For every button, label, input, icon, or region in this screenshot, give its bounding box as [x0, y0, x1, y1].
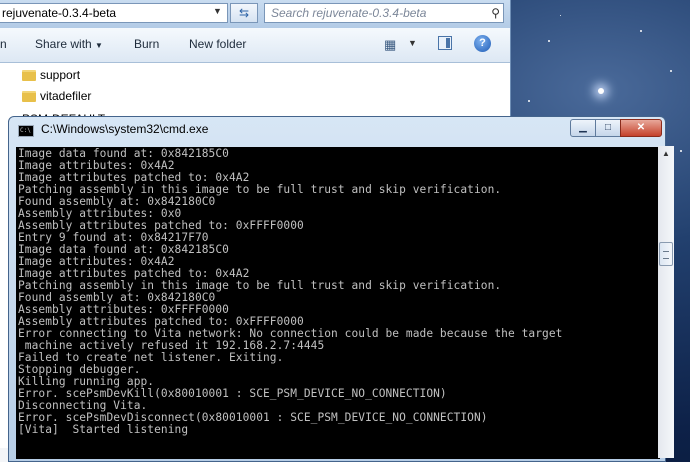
- console-output[interactable]: Image data found at: 0x842185C0 Image at…: [16, 147, 660, 459]
- search-icon[interactable]: ⚲: [491, 6, 500, 20]
- refresh-button[interactable]: ⇆: [230, 3, 258, 23]
- new-folder-button[interactable]: New folder: [189, 37, 246, 51]
- close-icon: ✕: [636, 122, 646, 133]
- explorer-address-bar: rejuvenate-0.3.4-beta ▼ ⇆ Search rejuven…: [0, 0, 510, 28]
- console-text: Image data found at: 0x842185C0 Image at…: [18, 148, 658, 436]
- file-name: support: [40, 68, 81, 82]
- search-box[interactable]: Search rejuvenate-0.3.4-beta ⚲: [264, 3, 504, 23]
- address-bar[interactable]: rejuvenate-0.3.4-beta ▼: [0, 3, 228, 23]
- preview-pane-icon[interactable]: [438, 36, 452, 50]
- star: [528, 100, 530, 102]
- address-text: rejuvenate-0.3.4-beta: [2, 6, 117, 20]
- file-name: vitadefiler: [40, 89, 92, 103]
- scroll-up-icon[interactable]: ▲: [658, 146, 674, 162]
- close-button[interactable]: ✕: [620, 119, 662, 137]
- chevron-down-icon: ▼: [95, 41, 103, 50]
- maximize-icon: □: [604, 122, 612, 133]
- folder-icon: [22, 70, 36, 81]
- star: [548, 40, 550, 42]
- vertical-scrollbar[interactable]: ▲: [658, 146, 674, 458]
- chevron-down-icon[interactable]: ▼: [408, 38, 417, 48]
- console-line: [Vita] Started listening: [18, 423, 189, 436]
- star: [598, 88, 604, 94]
- burn-button[interactable]: Burn: [134, 37, 159, 51]
- share-with-label: Share with: [35, 37, 92, 51]
- star: [680, 150, 682, 152]
- star: [670, 70, 672, 72]
- cmd-icon: C:\: [18, 125, 34, 137]
- maximize-button[interactable]: □: [595, 119, 621, 137]
- command-bar: n Share with ▼ Burn New folder ▦ ▼ ?: [0, 28, 510, 63]
- share-with-button[interactable]: Share with ▼: [35, 37, 103, 51]
- search-input[interactable]: Search rejuvenate-0.3.4-beta: [271, 6, 426, 20]
- window-controls: ▁ □ ✕: [570, 119, 662, 137]
- cmd-window: C:\ C:\Windows\system32\cmd.exe ▁ □ ✕ Im…: [8, 116, 666, 462]
- window-title: C:\Windows\system32\cmd.exe: [41, 122, 209, 136]
- minimize-icon: ▁: [579, 122, 587, 133]
- folder-icon: [22, 91, 36, 102]
- star: [560, 15, 561, 16]
- chevron-down-icon[interactable]: ▼: [213, 6, 222, 16]
- help-icon[interactable]: ?: [474, 35, 491, 52]
- open-button[interactable]: n: [0, 37, 7, 51]
- grip-icon: [663, 251, 669, 259]
- change-view-icon[interactable]: ▦: [384, 37, 396, 53]
- star: [640, 30, 642, 32]
- refresh-icon: ⇆: [238, 6, 250, 20]
- scrollbar-thumb[interactable]: [659, 242, 673, 266]
- minimize-button[interactable]: ▁: [570, 119, 596, 137]
